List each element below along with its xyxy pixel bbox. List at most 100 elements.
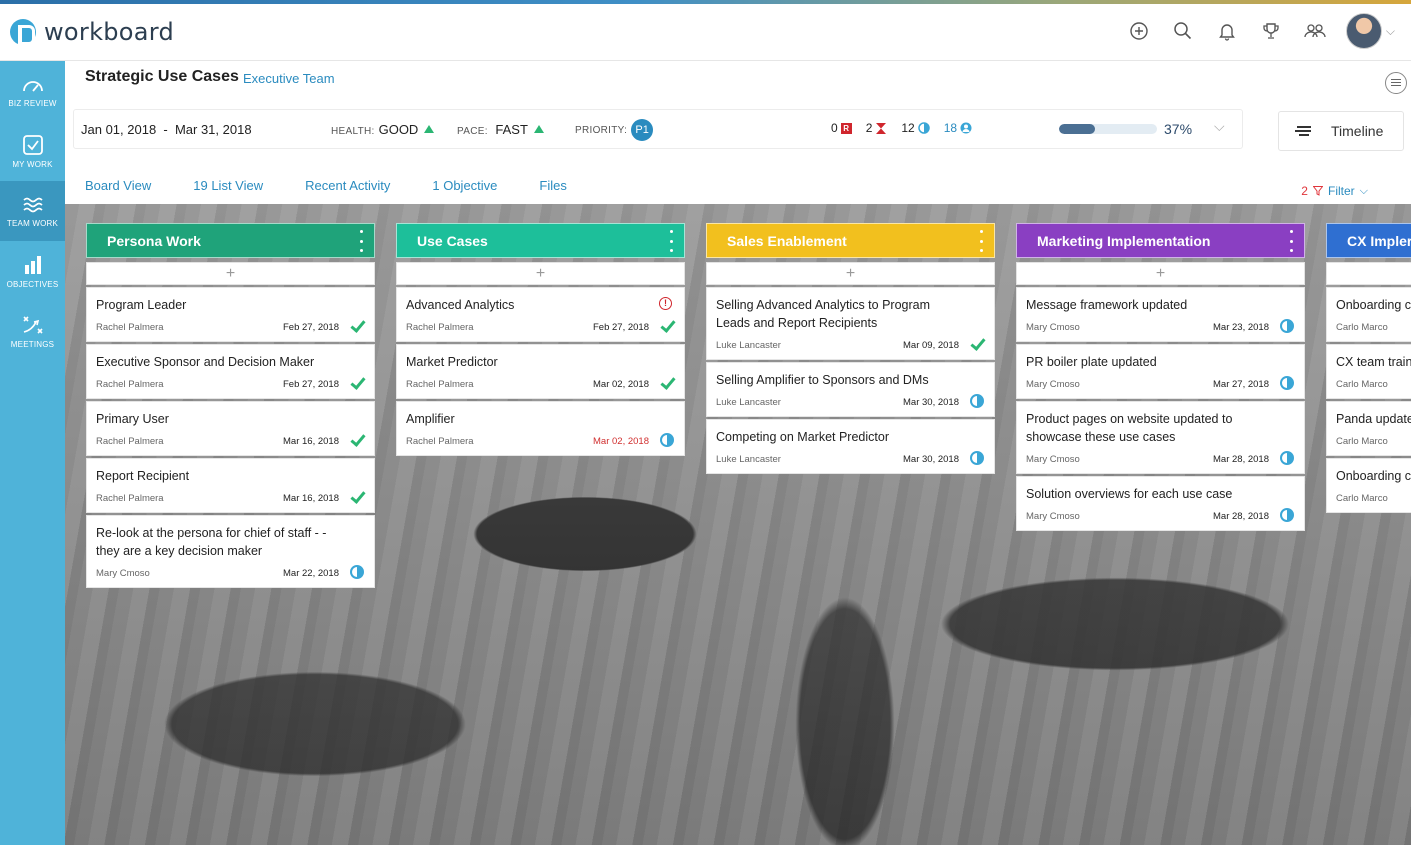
add-circle-icon[interactable] [1126, 18, 1152, 44]
task-card[interactable]: Market Predictor Rachel Palmera Mar 02, 20… [396, 344, 685, 399]
tab-board-view[interactable]: Board View [85, 178, 151, 199]
checkmark-icon[interactable] [350, 376, 364, 390]
avatar-chevron-down-icon[interactable]: ⌵ [1386, 24, 1395, 39]
half-circle-icon[interactable] [970, 394, 984, 408]
red-flag-icon: R [840, 122, 852, 134]
filter-button[interactable]: 2 Filter ⌵ [1301, 184, 1368, 198]
checkmark-icon[interactable] [660, 376, 674, 390]
chevron-down-icon[interactable]: ⌵ [1214, 118, 1225, 135]
team-icon[interactable] [1302, 18, 1328, 44]
card-due-date: Mar 16, 2018 [283, 436, 339, 447]
half-circle-icon[interactable] [1280, 508, 1294, 522]
checkmark-icon[interactable] [350, 433, 364, 447]
add-card-button[interactable]: + [86, 262, 375, 285]
workstream-stats-bar[interactable]: Jan 01, 2018 - Mar 31, 2018 HEALTH: GOOD … [73, 109, 1243, 149]
more-vertical-icon[interactable] [1290, 230, 1294, 252]
people-count[interactable]: 18 [944, 121, 972, 135]
task-card[interactable]: Onboarding c Analytics Carlo Marco [1326, 287, 1411, 342]
sidebar-item-objectives[interactable]: OBJECTIVES [0, 241, 65, 301]
trophy-icon[interactable] [1258, 18, 1284, 44]
task-card[interactable]: Competing on Market Predictor Luke Lancas… [706, 419, 995, 474]
half-circle-icon[interactable] [970, 451, 984, 465]
half-circle-icon[interactable] [1280, 319, 1294, 333]
pace-status: PACE: FAST [457, 122, 544, 137]
search-icon[interactable] [1170, 18, 1196, 44]
checkmark-icon[interactable] [970, 337, 984, 351]
app-name: workboard [44, 18, 175, 46]
add-card-button[interactable]: + [706, 262, 995, 285]
task-card[interactable]: Solution overviews for each use case Mary… [1016, 476, 1305, 531]
health-value: GOOD [378, 122, 419, 137]
date-range: Jan 01, 2018 - Mar 31, 2018 [81, 122, 252, 137]
add-card-button[interactable]: + [396, 262, 685, 285]
half-circle-icon[interactable] [350, 565, 364, 579]
more-vertical-icon[interactable] [980, 230, 984, 252]
timeline-button[interactable]: Timeline [1278, 111, 1404, 151]
task-card[interactable]: Selling Advanced Analytics to Program Le… [706, 287, 995, 360]
task-card[interactable]: Program Leader Rachel Palmera Feb 27, 2018 [86, 287, 375, 342]
card-title: Panda update [1336, 412, 1411, 426]
tab-files[interactable]: Files [539, 178, 566, 199]
progress-percent: 37% [1164, 121, 1193, 137]
half-circle-icon[interactable] [660, 433, 674, 447]
more-vertical-icon[interactable] [670, 230, 674, 252]
card-owner: Rachel Palmera [406, 322, 474, 333]
sidebar-item-biz-review[interactable]: BIZ REVIEW [0, 61, 65, 121]
in-progress-count[interactable]: 12 [901, 121, 930, 135]
card-owner: Luke Lancaster [716, 397, 781, 408]
half-circle-icon[interactable] [1280, 451, 1294, 465]
hourglass-icon [876, 122, 887, 134]
health-label: HEALTH: [331, 126, 375, 137]
task-card[interactable]: Amplifier Rachel Palmera Mar 02, 2018 [396, 401, 685, 456]
team-link[interactable]: Executive Team [243, 71, 335, 86]
card-meta: Luke Lancaster Mar 30, 2018 [716, 389, 985, 416]
column-header[interactable]: Persona Work [86, 223, 375, 258]
checkmark-icon[interactable] [350, 319, 364, 333]
task-card[interactable]: Product pages on website updated to show… [1016, 401, 1305, 474]
tab-list-view[interactable]: 19 List View [193, 178, 263, 199]
menu-list-icon[interactable] [1385, 72, 1407, 94]
column-header[interactable]: CX Impler [1326, 223, 1411, 258]
checkmark-icon[interactable] [660, 319, 674, 333]
card-meta: Rachel Palmera Mar 02, 2018 [406, 371, 675, 398]
task-card[interactable]: CX team train Carlo Marco [1326, 344, 1411, 399]
column-header[interactable]: Sales Enablement [706, 223, 995, 258]
sidebar-item-meetings[interactable]: MEETINGS [0, 301, 65, 361]
task-card[interactable]: Report Recipient Rachel Palmera Mar 16, 20… [86, 458, 375, 513]
tab-objective[interactable]: 1 Objective [432, 178, 497, 199]
task-card[interactable]: PR boiler plate updated Mary Cmoso Mar 27,… [1016, 344, 1305, 399]
tab-recent-activity[interactable]: Recent Activity [305, 178, 390, 199]
half-circle-icon [917, 122, 930, 134]
sidebar-item-my-work[interactable]: MY WORK [0, 121, 65, 181]
bar-chart-icon [24, 255, 41, 274]
more-vertical-icon[interactable] [360, 230, 364, 252]
add-card-button[interactable]: + [1016, 262, 1305, 285]
chevron-down-icon: ⌵ [1359, 184, 1368, 197]
card-title: Advanced Analytics [406, 298, 515, 312]
half-circle-icon[interactable] [1280, 376, 1294, 390]
priority-badge: P1 [631, 119, 654, 141]
task-card[interactable]: Selling Amplifier to Sponsors and DMs Luk… [706, 362, 995, 417]
add-card-button[interactable]: + [1326, 262, 1411, 285]
card-title: Report Recipient [96, 469, 190, 483]
card-meta: Rachel Palmera Mar 16, 2018 [96, 428, 365, 455]
task-card[interactable]: Onboarding c Carlo Marco [1326, 458, 1411, 513]
task-card[interactable]: Primary User Rachel Palmera Mar 16, 2018 [86, 401, 375, 456]
column-header[interactable]: Use Cases [396, 223, 685, 258]
task-card[interactable]: Panda update Carlo Marco [1326, 401, 1411, 456]
sidebar-item-team-work[interactable]: TEAM WORK [0, 181, 65, 241]
bell-icon[interactable] [1214, 18, 1240, 44]
overdue-count[interactable]: 2 [866, 121, 888, 135]
card-due-date: Mar 30, 2018 [903, 454, 959, 465]
red-count[interactable]: 0R [831, 121, 852, 135]
user-avatar[interactable] [1345, 13, 1382, 49]
column-header[interactable]: Marketing Implementation [1016, 223, 1305, 258]
checkmark-icon[interactable] [350, 490, 364, 504]
task-card[interactable]: Message framework updated Mary Cmoso Mar 2… [1016, 287, 1305, 342]
health-status: HEALTH: GOOD [331, 122, 435, 137]
task-card[interactable]: Re-look at the persona for chief of staf… [86, 515, 375, 588]
task-card[interactable]: Executive Sponsor and Decision Maker Rach… [86, 344, 375, 399]
app-logo[interactable]: workboard [10, 18, 174, 46]
card-due-date: Mar 30, 2018 [903, 397, 959, 408]
task-card[interactable]: Advanced Analytics! Rachel Palmera Feb 27,… [396, 287, 685, 342]
